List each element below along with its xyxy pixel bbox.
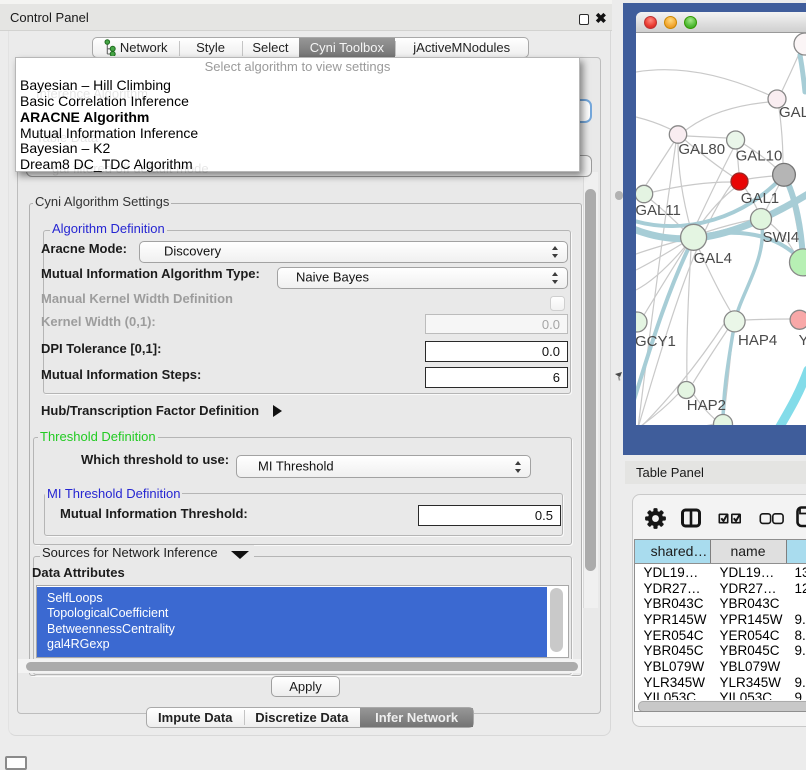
svg-text:GAL1: GAL1: [741, 190, 779, 207]
svg-text:HAP4: HAP4: [738, 332, 777, 349]
svg-text:SWI4: SWI4: [763, 229, 800, 246]
svg-text:GAL4: GAL4: [694, 250, 732, 267]
svg-text:GCY1: GCY1: [636, 333, 676, 350]
svg-text:HAP2: HAP2: [687, 397, 726, 414]
svg-text:Y: Y: [799, 332, 806, 349]
svg-text:GAL7: GAL7: [779, 104, 806, 121]
svg-text:GAL11: GAL11: [636, 202, 681, 219]
svg-text:GAL10: GAL10: [736, 148, 783, 165]
svg-text:GAL80: GAL80: [678, 141, 725, 158]
